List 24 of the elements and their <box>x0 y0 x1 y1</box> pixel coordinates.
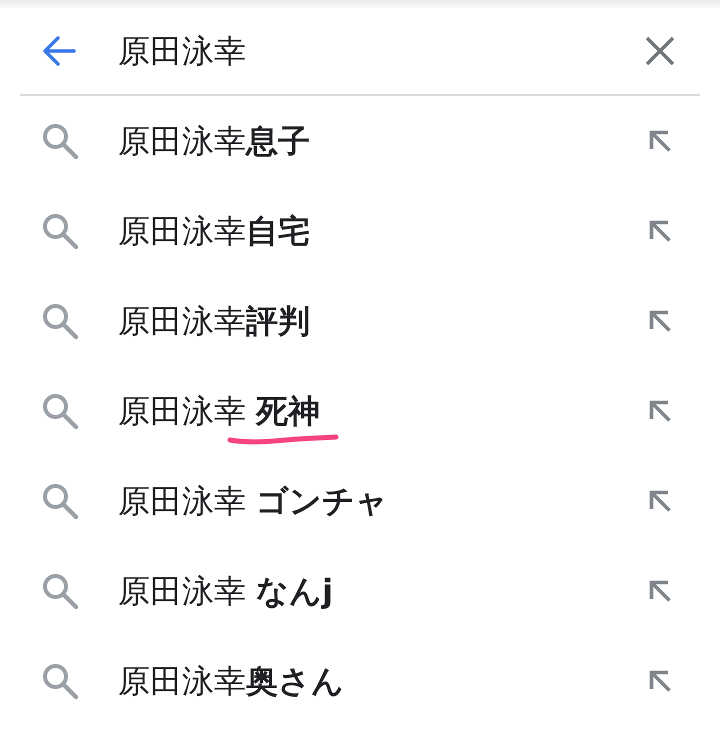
suggestion-text[interactable]: 原田泳幸評判 <box>118 300 310 342</box>
up-left-arrow-icon[interactable] <box>648 579 672 603</box>
suggestion-text[interactable]: 原田泳幸 死神 <box>118 390 320 432</box>
up-left-arrow-icon[interactable] <box>648 489 672 513</box>
search-icon <box>42 123 78 159</box>
search-icon <box>42 483 78 519</box>
suggestion-text[interactable]: 原田泳幸 ゴンチャ <box>118 480 388 522</box>
search-icon <box>42 663 78 699</box>
search-field[interactable]: 原田泳幸 <box>118 30 645 72</box>
search-icon <box>42 303 78 339</box>
search-icon <box>42 213 78 249</box>
clear-icon[interactable] <box>645 36 675 66</box>
up-left-arrow-icon[interactable] <box>648 669 672 693</box>
suggestion-text[interactable]: 原田泳幸 なんj <box>118 570 334 612</box>
suggestion-text[interactable]: 原田泳幸自宅 <box>118 210 310 252</box>
up-left-arrow-icon[interactable] <box>648 399 672 423</box>
search-icon <box>42 393 78 429</box>
up-left-arrow-icon[interactable] <box>648 309 672 333</box>
up-left-arrow-icon[interactable] <box>648 219 672 243</box>
suggestion-text[interactable]: 原田泳幸息子 <box>118 120 310 162</box>
search-icon <box>42 573 78 609</box>
suggestion-text[interactable]: 原田泳幸奥さん <box>118 660 344 702</box>
up-left-arrow-icon[interactable] <box>648 129 672 153</box>
back-arrow-icon[interactable] <box>42 36 76 66</box>
